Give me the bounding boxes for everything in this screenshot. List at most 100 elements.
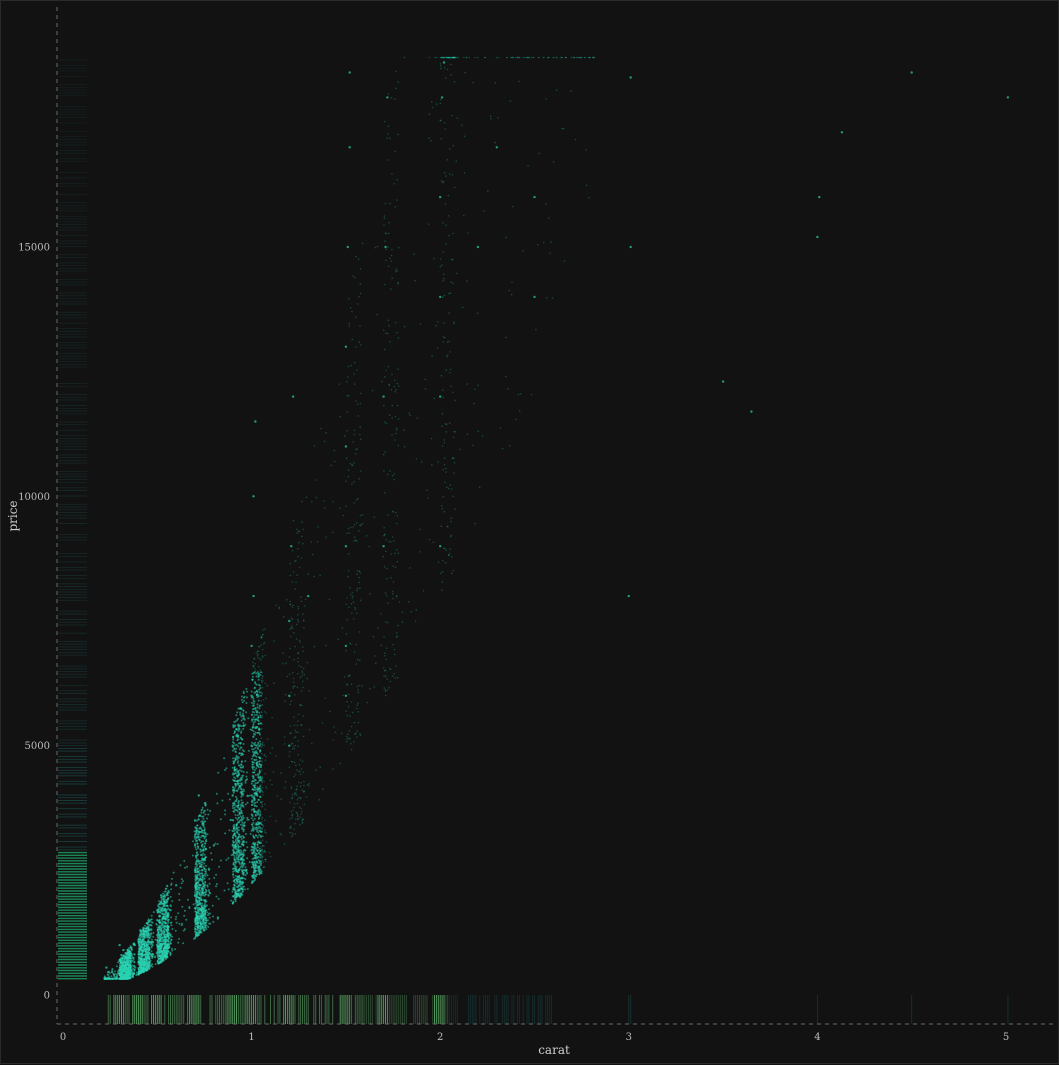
scatter-point xyxy=(196,849,198,851)
scatter-point xyxy=(360,470,362,472)
scatter-point xyxy=(201,903,203,905)
scatter-point xyxy=(188,907,190,909)
scatter-point xyxy=(302,681,304,683)
scatter-point xyxy=(262,634,264,636)
scatter-point xyxy=(243,724,245,726)
scatter-point xyxy=(232,767,234,769)
scatter-point xyxy=(391,277,393,279)
scatter-point xyxy=(527,165,529,167)
scatter-point xyxy=(207,833,209,835)
scatter-point xyxy=(277,795,279,797)
scatter-point xyxy=(116,965,118,967)
scatter-point xyxy=(393,540,395,542)
scatter-point xyxy=(453,437,455,439)
scatter-point xyxy=(265,698,267,700)
scatter-point xyxy=(258,646,260,648)
scatter-point xyxy=(297,720,299,722)
scatter-point xyxy=(440,99,442,101)
scatter-point xyxy=(159,906,161,908)
scatter-point xyxy=(200,851,202,853)
scatter-point xyxy=(394,391,396,393)
scatter-point xyxy=(303,627,305,629)
scatter-point xyxy=(304,674,306,676)
scatter-point xyxy=(303,736,305,738)
scatter-point xyxy=(576,57,578,59)
scatter-point xyxy=(359,572,361,574)
scatter-point xyxy=(431,464,433,466)
scatter-point xyxy=(258,809,260,811)
scatter-point xyxy=(389,203,391,205)
scatter-point xyxy=(357,588,359,590)
scatter-point xyxy=(389,341,391,343)
scatter-point xyxy=(241,853,243,855)
scatter-point xyxy=(244,760,246,762)
scatter-point xyxy=(303,529,305,531)
scatter-point xyxy=(308,785,310,787)
scatter-point xyxy=(258,862,260,864)
scatter-point xyxy=(203,885,205,887)
scatter-point xyxy=(396,199,398,201)
scatter-point xyxy=(297,661,299,663)
scatter-point xyxy=(284,736,286,738)
scatter-point xyxy=(358,582,360,584)
scatter-point xyxy=(352,526,354,528)
scatter-point xyxy=(474,57,476,59)
scatter-point xyxy=(260,854,262,856)
scatter-point xyxy=(548,217,550,219)
scatter-point xyxy=(520,393,522,395)
scatter-point xyxy=(171,883,173,885)
scatter-point xyxy=(387,602,389,604)
scatter-point xyxy=(441,264,443,266)
scatter-point xyxy=(357,704,359,706)
scatter-point xyxy=(443,322,445,324)
scatter-point xyxy=(360,439,362,441)
scatter-point xyxy=(351,603,353,605)
scatter-point xyxy=(356,663,358,665)
scatter-point xyxy=(241,790,243,792)
scatter-point xyxy=(356,736,358,738)
scatter-point xyxy=(256,805,258,807)
scatter-point xyxy=(358,258,360,260)
scatter-point xyxy=(236,854,238,856)
scatter-point xyxy=(204,831,206,833)
scatter-point xyxy=(347,715,349,717)
scatter-point xyxy=(342,627,344,629)
scatter-point xyxy=(484,57,486,59)
scatter-point xyxy=(306,796,308,798)
scatter-point xyxy=(265,655,267,657)
scatter-point xyxy=(257,776,259,778)
scatter-point xyxy=(511,294,513,296)
scatter-point xyxy=(301,782,303,784)
scatter-point xyxy=(464,72,466,74)
scatter-point xyxy=(392,405,394,407)
scatter-point xyxy=(453,323,455,325)
scatter-point xyxy=(429,539,431,541)
scatter-point xyxy=(196,851,198,853)
scatter-point xyxy=(155,963,157,965)
scatter-point xyxy=(245,702,247,704)
scatter-point xyxy=(445,243,447,245)
scatter-point xyxy=(445,77,447,79)
scatter-point xyxy=(242,815,244,817)
scatter-point xyxy=(357,404,359,406)
scatter-point xyxy=(240,788,242,790)
scatter-point xyxy=(281,834,283,836)
scatter-point xyxy=(441,375,443,377)
scatter-point xyxy=(152,922,154,924)
scatter-point xyxy=(255,732,257,734)
scatter-point xyxy=(445,128,447,130)
scatter-point xyxy=(203,818,205,820)
scatter-point xyxy=(386,578,388,580)
scatter-point xyxy=(259,866,261,868)
scatter-point xyxy=(354,502,356,504)
scatter-point xyxy=(388,93,390,95)
scatter-point xyxy=(195,908,197,910)
scatter-point xyxy=(444,464,446,466)
scatter-point xyxy=(548,57,550,59)
scatter-point xyxy=(251,702,253,704)
scatter-point xyxy=(523,57,525,59)
scatter-point xyxy=(207,919,209,921)
scatter-point xyxy=(287,676,289,678)
scatter-point xyxy=(218,898,220,900)
scatter-point xyxy=(256,675,258,677)
